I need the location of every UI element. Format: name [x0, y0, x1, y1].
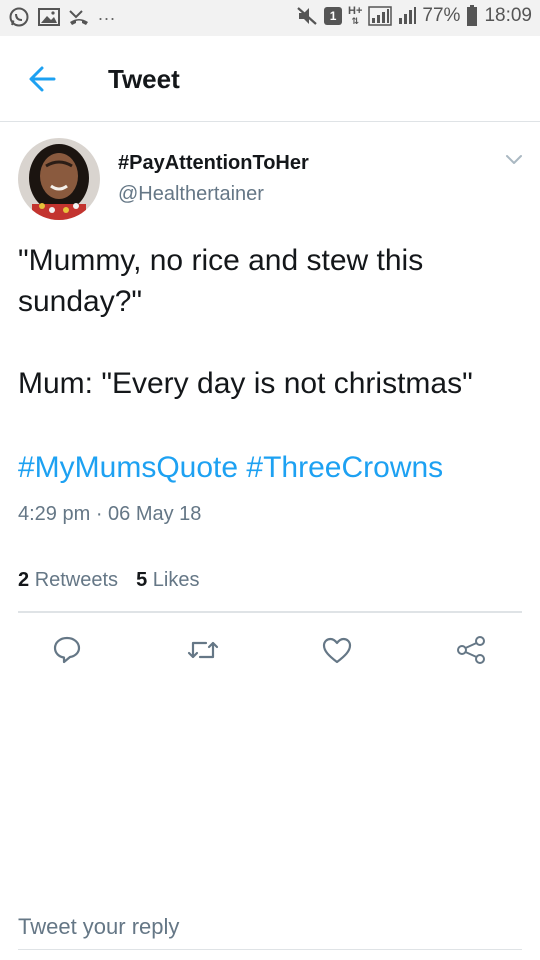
tweet-actions [0, 633, 540, 667]
missed-call-icon [68, 7, 90, 27]
app-header: Tweet [0, 36, 540, 122]
reply-input[interactable]: Tweet your reply [18, 910, 522, 950]
heart-icon [322, 637, 352, 664]
retweets-stat[interactable]: 2 Retweets [18, 569, 118, 592]
page-title: Tweet [108, 64, 180, 94]
author-display-name[interactable]: #PayAttentionToHer [118, 152, 309, 175]
more-notifications-indicator: ... [98, 3, 117, 24]
signal-sim1-icon [368, 6, 393, 26]
hashtag-link[interactable]: #ThreeCrowns [246, 451, 443, 484]
tweet-timestamp: 4:29 pm · 06 May 18 [18, 503, 202, 525]
tweet-text: "Mummy, no rice and stew this sunday?" M… [18, 244, 473, 400]
image-icon [38, 7, 60, 27]
tweet-options-button[interactable] [504, 150, 524, 170]
retweet-icon [187, 641, 219, 659]
tweet-hashtags: #MyMumsQuote #ThreeCrowns [18, 450, 443, 486]
likes-stat[interactable]: 5 Likes [136, 569, 199, 592]
signal-sim2-icon [398, 7, 417, 25]
clock: 18:09 [484, 5, 532, 26]
battery-percentage: 77% [422, 5, 461, 26]
whatsapp-icon [8, 6, 30, 28]
network-type-icon: H+ ⇅ [348, 5, 363, 27]
chevron-down-icon [506, 155, 522, 164]
tweet-stats: 2 Retweets 5 Likes [18, 569, 199, 592]
retweets-count: 2 [18, 569, 30, 591]
reply-placeholder: Tweet your reply [18, 914, 180, 939]
battery-icon [466, 5, 478, 27]
back-button[interactable] [24, 62, 64, 96]
author-handle[interactable]: @Healthertainer [118, 183, 264, 206]
likes-count: 5 [136, 569, 148, 591]
status-bar: ... 1 H+ ⇅ 77% 18:09 [0, 0, 540, 36]
arrow-left-icon [29, 66, 56, 92]
status-bar-notifications: ... [8, 3, 117, 28]
divider [18, 611, 522, 613]
profile-photo [18, 138, 100, 220]
share-button[interactable] [454, 633, 488, 667]
retweet-button[interactable] [186, 633, 220, 667]
retweets-label: Retweets [34, 569, 119, 591]
mute-icon [296, 6, 318, 26]
reply-button[interactable] [50, 633, 84, 667]
status-bar-system: 1 H+ ⇅ 77% 18:09 [296, 5, 532, 27]
share-icon [457, 636, 485, 664]
reply-icon [53, 636, 81, 664]
like-button[interactable] [320, 633, 354, 667]
avatar[interactable] [18, 138, 100, 220]
likes-label: Likes [152, 569, 200, 591]
hashtag-link[interactable]: #MyMumsQuote [18, 451, 238, 484]
notification-count-badge: 1 [324, 7, 343, 25]
